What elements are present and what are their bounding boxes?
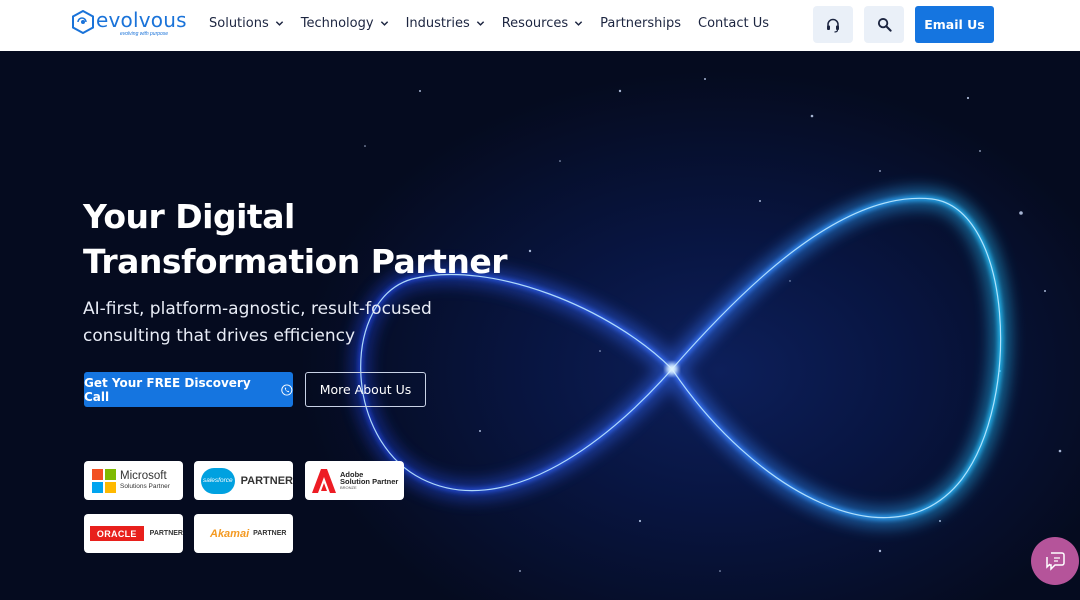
discovery-call-button[interactable]: Get Your FREE Discovery Call <box>84 372 293 407</box>
main-nav: Solutions Technology Industries Resource… <box>209 16 786 31</box>
oracle-partner-badge: ORACLE PARTNER <box>84 514 183 553</box>
hero-subtitle: AI-first, platform-agnostic, result-focu… <box>83 299 432 346</box>
more-about-us-button[interactable]: More About Us <box>305 372 426 407</box>
nav-industries[interactable]: Industries <box>406 16 485 31</box>
chevron-down-icon <box>275 21 283 26</box>
chevron-down-icon <box>574 21 583 26</box>
nav-solutions[interactable]: Solutions <box>209 16 284 31</box>
adobe-partner-badge: Adobe Solution Partner BRONZE <box>305 461 404 500</box>
email-us-button[interactable]: Email Us <box>915 6 994 43</box>
nav-contact-us[interactable]: Contact Us <box>698 16 769 31</box>
nav-technology[interactable]: Technology <box>301 16 389 31</box>
logo-wordmark: evolvous <box>96 8 187 32</box>
phone-icon <box>281 383 293 396</box>
oracle-logo-icon: ORACLE <box>90 526 144 541</box>
chevron-down-icon <box>380 21 388 26</box>
search-button[interactable] <box>864 6 904 43</box>
site-header: evolvous evolving with purpose Solutions… <box>0 0 1080 51</box>
akamai-partner-badge: Akamai PARTNER <box>194 514 293 553</box>
logo-tagline: evolving with purpose <box>120 31 169 37</box>
hero-section: Your Digital Transformation Partner AI-f… <box>0 51 1080 600</box>
adobe-logo-icon <box>312 468 336 493</box>
chat-icon <box>1046 552 1065 571</box>
headset-icon <box>827 18 839 33</box>
logo[interactable]: evolvous evolving with purpose <box>72 8 187 40</box>
nav-resources[interactable]: Resources <box>502 16 583 31</box>
chevron-down-icon <box>476 21 484 26</box>
hero-title: Your Digital Transformation Partner <box>83 197 508 281</box>
microsoft-partner-badge: Microsoft Solutions Partner <box>84 461 183 500</box>
salesforce-logo-icon: salesforce <box>201 467 235 494</box>
support-button[interactable] <box>813 6 853 43</box>
chat-widget-button[interactable] <box>1031 537 1079 585</box>
search-icon <box>877 17 892 32</box>
nav-partnerships[interactable]: Partnerships <box>600 16 681 31</box>
salesforce-partner-badge: salesforce PARTNER <box>194 461 293 500</box>
logo-mark-icon <box>72 10 94 34</box>
microsoft-logo-icon <box>92 468 116 493</box>
